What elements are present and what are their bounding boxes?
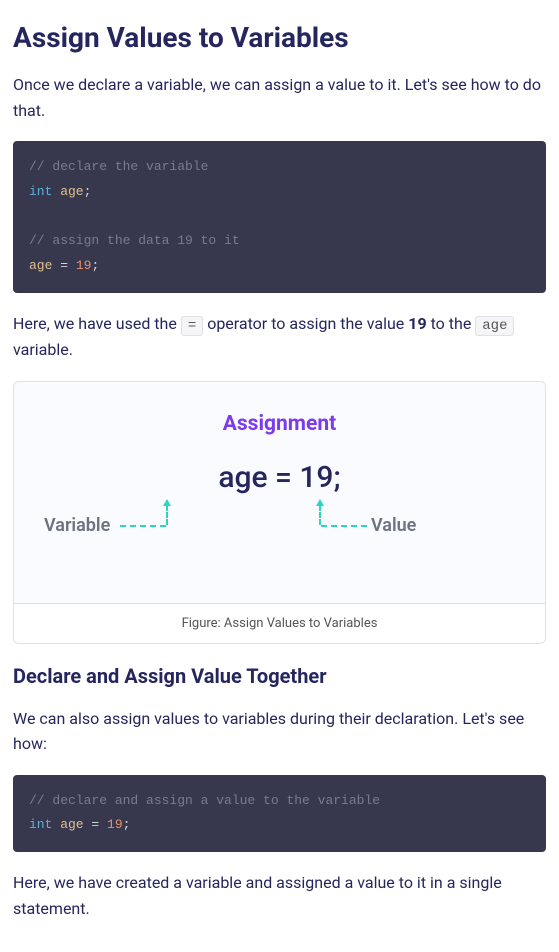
arrowhead-icon: [163, 499, 171, 506]
intro-paragraph: Once we declare a variable, we can assig…: [13, 72, 546, 123]
code-variable: age: [52, 817, 91, 832]
label-variable: Variable: [44, 515, 110, 536]
page-heading: Assign Values to Variables: [13, 21, 546, 54]
paragraph-3: Here, we have created a variable and ass…: [13, 870, 546, 921]
code-block-1: // declare the variable int age; // assi…: [13, 141, 546, 292]
code-punct: =: [60, 258, 76, 273]
text-fragment: operator to assign the value: [203, 314, 408, 333]
figure-title: Assignment: [34, 412, 525, 436]
text-fragment: variable.: [13, 340, 73, 359]
figure-container: Assignment age = 19; Variable Value Figu…: [13, 381, 546, 644]
figure-body: Assignment age = 19; Variable Value: [14, 382, 545, 603]
text-strong: 19: [408, 314, 426, 333]
inline-code-operator: =: [181, 316, 203, 336]
code-variable: age: [52, 184, 83, 199]
text-fragment: to the: [427, 314, 476, 333]
paragraph-1: Here, we have used the = operator to ass…: [13, 311, 546, 363]
code-comment: // assign the data 19 to it: [29, 233, 240, 248]
code-punct: ;: [91, 258, 99, 273]
label-value: Value: [371, 515, 416, 536]
paragraph-2: We can also assign values to variables d…: [13, 706, 546, 757]
code-keyword: int: [29, 184, 52, 199]
inline-code-variable: age: [475, 316, 514, 336]
figure-diagram: Variable Value: [34, 505, 525, 565]
code-block-2: // declare and assign a value to the var…: [13, 775, 546, 852]
code-number: 19: [76, 258, 92, 273]
section-heading-2: Declare and Assign Value Together: [13, 664, 546, 688]
code-variable: age: [29, 258, 60, 273]
code-punct: =: [91, 817, 107, 832]
code-number: 19: [107, 817, 123, 832]
code-comment: // declare and assign a value to the var…: [29, 793, 380, 808]
figure-caption: Figure: Assign Values to Variables: [14, 603, 545, 643]
code-comment: // declare the variable: [29, 159, 208, 174]
code-punct: ;: [84, 184, 92, 199]
arrowhead-icon: [316, 499, 324, 506]
arrow-value: Value: [319, 505, 321, 525]
text-fragment: Here, we have used the: [13, 314, 181, 333]
code-punct: ;: [123, 817, 131, 832]
arrow-variable: Variable: [166, 505, 168, 525]
figure-expression: age = 19;: [218, 460, 340, 495]
code-keyword: int: [29, 817, 52, 832]
